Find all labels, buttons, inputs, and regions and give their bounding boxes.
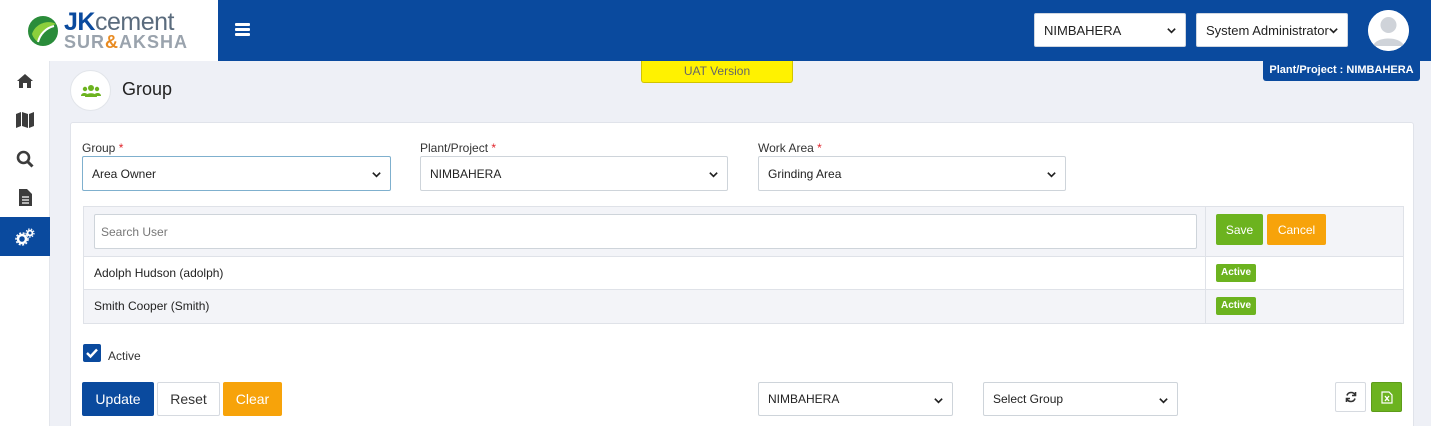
chevron-down-icon — [1047, 172, 1056, 178]
page-title: Group — [122, 79, 173, 99]
logo-wordmark: JKcement SUR&AKSHA — [64, 8, 189, 52]
status-badge: Active — [1216, 297, 1257, 315]
sidebar-item-settings[interactable] — [0, 217, 50, 256]
work-area-select[interactable]: Grinding Area — [758, 156, 1066, 191]
reset-button[interactable]: Reset — [157, 382, 220, 416]
search-user-input[interactable] — [94, 214, 1197, 249]
status-badge: Active — [1216, 264, 1257, 282]
plant-project-badge: Plant/Project : NIMBAHERA — [1263, 61, 1420, 81]
user-avatar[interactable] — [1368, 10, 1409, 51]
column-divider — [1205, 207, 1206, 323]
chevron-down-icon — [372, 172, 381, 178]
chevron-down-icon — [709, 172, 718, 178]
uat-version-banner: UAT Version — [641, 61, 793, 83]
active-checkbox-label: Active — [108, 349, 141, 363]
clear-button[interactable]: Clear — [223, 382, 282, 416]
sidebar-item-map[interactable] — [0, 100, 50, 139]
export-excel-button[interactable] — [1371, 382, 1402, 412]
chevron-down-icon — [934, 398, 943, 404]
user-name: Adolph Hudson (adolph) — [94, 266, 224, 280]
users-group-icon — [80, 84, 101, 97]
refresh-icon — [1345, 391, 1356, 403]
group-form-card: Group * Area Owner Plant/Project * NIMBA… — [70, 122, 1414, 426]
group-select[interactable]: Area Owner — [82, 156, 391, 191]
sidebar-item-home[interactable] — [0, 61, 50, 100]
chevron-down-icon — [1159, 398, 1168, 404]
map-icon — [16, 111, 34, 128]
plant-project-label: Plant/Project * — [420, 141, 497, 155]
chevron-down-icon — [1167, 28, 1176, 34]
hamburger-menu-icon[interactable] — [235, 23, 250, 36]
group-select-value: Area Owner — [92, 166, 157, 181]
search-icon — [16, 150, 34, 168]
sidebar — [0, 61, 50, 426]
filter-group-select[interactable]: Select Group — [983, 382, 1178, 416]
plant-project-select[interactable]: NIMBAHERA — [420, 156, 728, 191]
filter-plant-select[interactable]: NIMBAHERA — [758, 382, 953, 416]
filter-group-value: Select Group — [993, 392, 1064, 406]
plant-select-value: NIMBAHERA — [1044, 22, 1122, 38]
top-bar: NIMBAHERA System Administrator — [218, 0, 1431, 61]
role-select-value: System Administrator — [1206, 22, 1329, 38]
work-area-select-value: Grinding Area — [768, 166, 842, 181]
app-logo[interactable]: JKcement SUR&AKSHA — [0, 0, 218, 61]
work-area-label: Work Area * — [758, 141, 822, 155]
checkmark-icon — [86, 348, 98, 359]
save-button[interactable]: Save — [1216, 214, 1263, 245]
plant-select[interactable]: NIMBAHERA — [1034, 13, 1186, 47]
sidebar-item-search[interactable] — [0, 139, 50, 178]
user-avatar-icon — [1368, 10, 1409, 51]
group-label: Group * — [82, 141, 124, 155]
sidebar-item-documents[interactable] — [0, 178, 50, 217]
plant-project-select-value: NIMBAHERA — [430, 166, 502, 181]
settings-icon — [15, 227, 35, 246]
home-icon — [17, 73, 33, 88]
chevron-down-icon — [1329, 28, 1338, 34]
excel-file-icon — [1380, 390, 1393, 404]
user-name: Smith Cooper (Smith) — [94, 299, 210, 313]
cancel-button[interactable]: Cancel — [1267, 214, 1326, 245]
update-button[interactable]: Update — [82, 382, 154, 416]
group-page-icon — [70, 70, 111, 111]
user-table: Save Cancel Adolph Hudson (adolph) Activ… — [83, 206, 1404, 324]
refresh-button[interactable] — [1335, 382, 1366, 412]
active-checkbox[interactable] — [83, 344, 101, 362]
filter-plant-value: NIMBAHERA — [768, 392, 840, 406]
logo-leaf-icon — [26, 14, 60, 48]
document-icon — [18, 189, 32, 206]
role-select[interactable]: System Administrator — [1196, 13, 1348, 47]
